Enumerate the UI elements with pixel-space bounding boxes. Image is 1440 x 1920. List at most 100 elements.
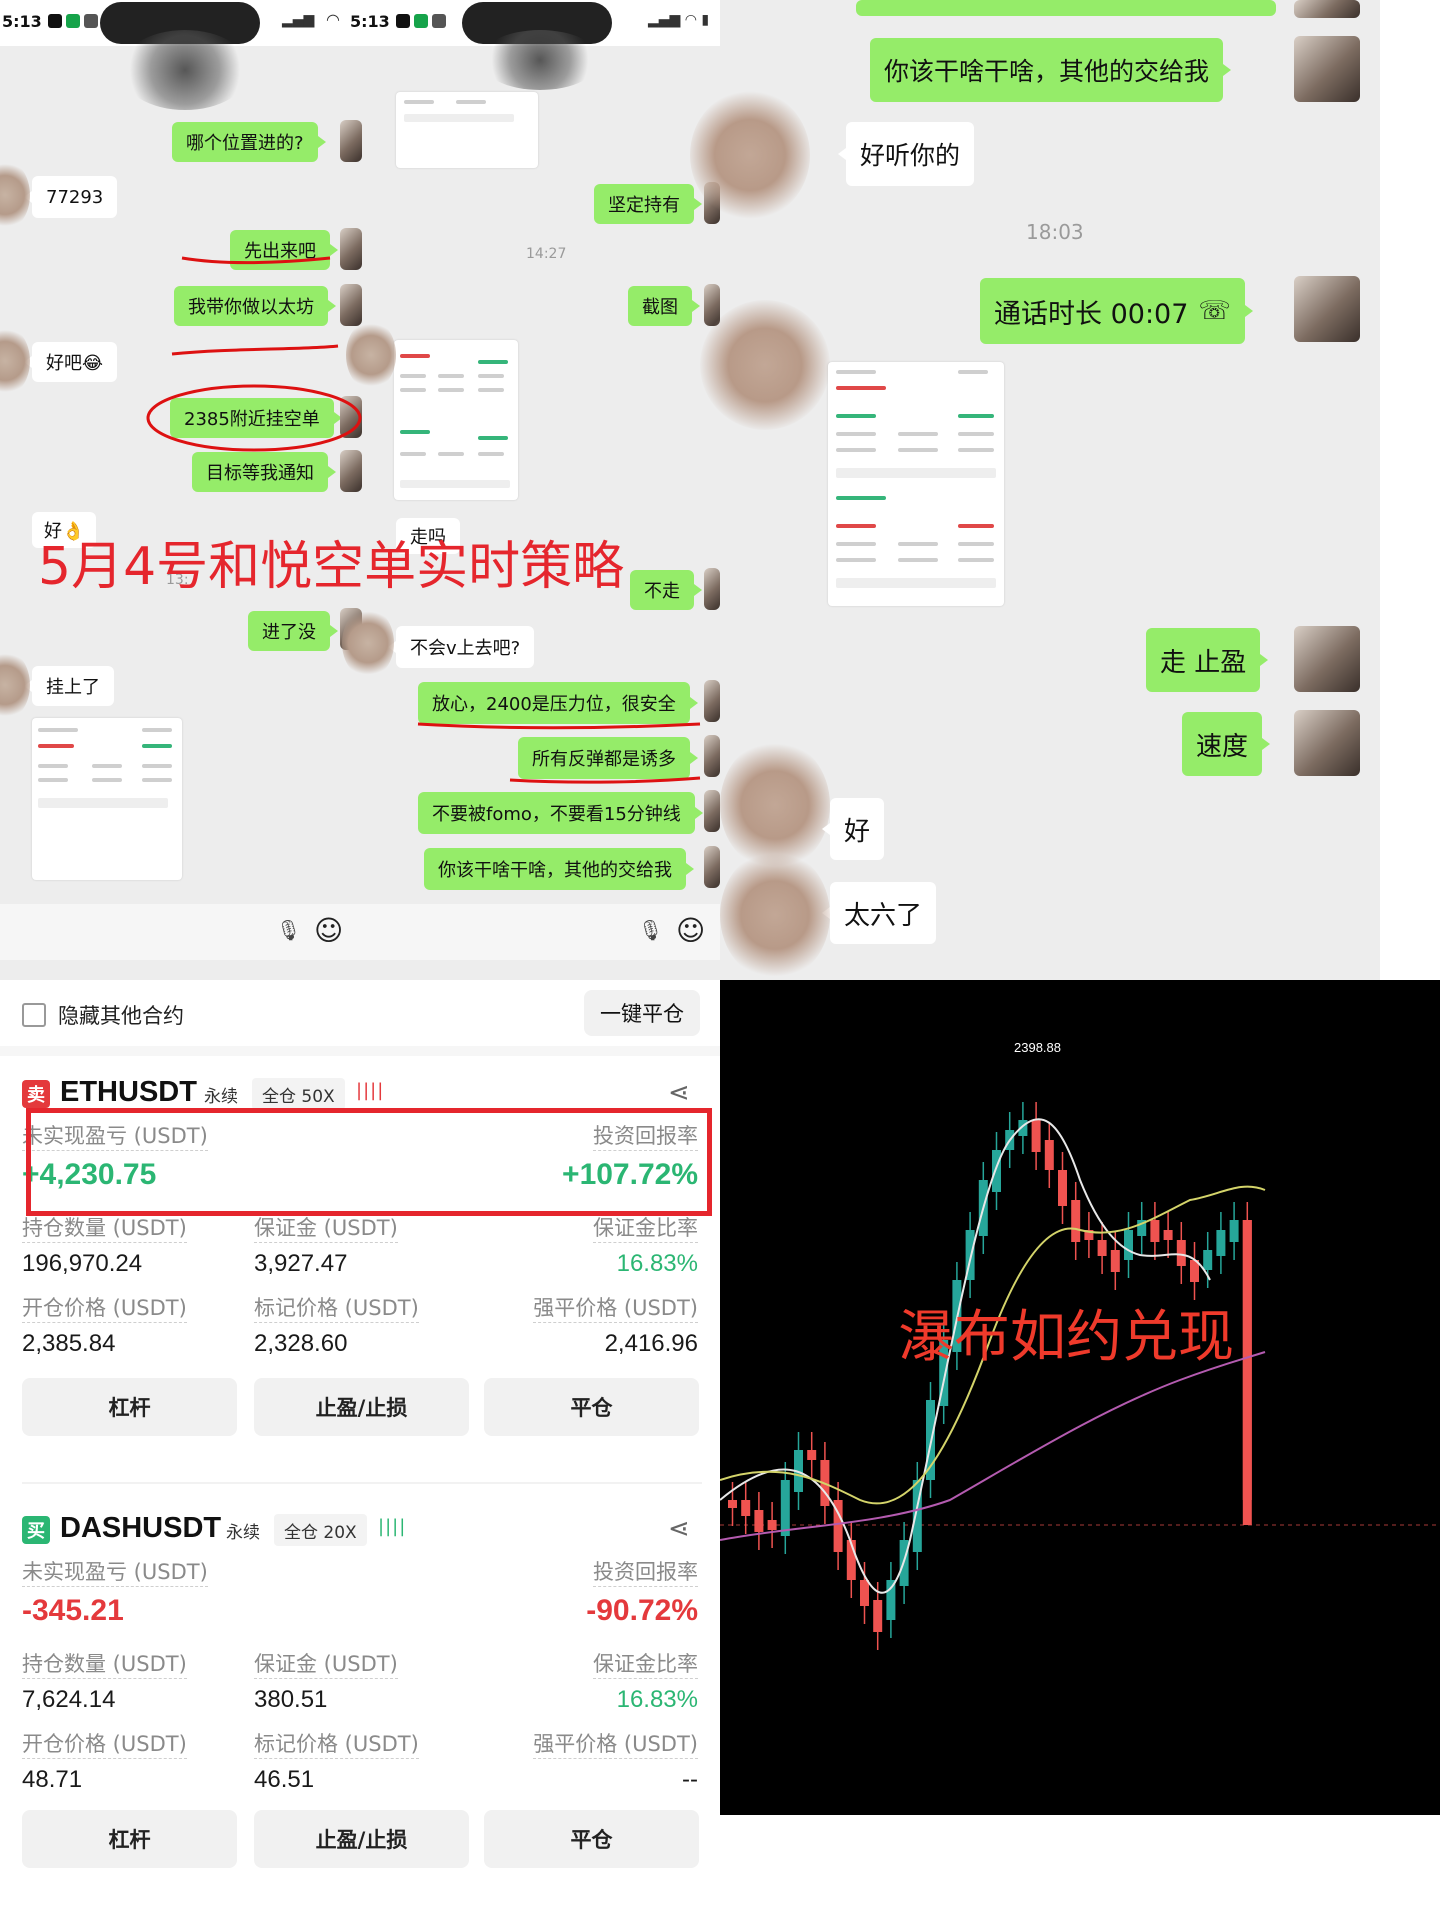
chat-message[interactable]: 好听你的 (837, 122, 975, 186)
positions-panel: 隐藏其他合约 一键平仓 卖 ETHUSDT 永续 全仓 50X |||| ⋖ 未… (0, 980, 720, 1920)
emoji-icon[interactable]: ☺ (676, 914, 705, 947)
close-all-button[interactable]: 一键平仓 (584, 990, 700, 1036)
size-value: 7,624.14 (22, 1686, 116, 1713)
liq-label: 强平价格 (USDT) (533, 1730, 698, 1759)
ratio-label: 保证金比率 (593, 1650, 698, 1679)
tp-sl-button[interactable]: 止盈/止损 (254, 1378, 469, 1436)
open-label: 开仓价格 (USDT) (22, 1730, 187, 1759)
pnl-value: -345.21 (22, 1594, 124, 1627)
emoji-icon[interactable]: ☺ (314, 914, 343, 947)
side-badge: 卖 (22, 1080, 50, 1108)
signal-icon: |||| (378, 1516, 407, 1537)
mark-label: 标记价格 (USDT) (254, 1730, 419, 1759)
candle-body (1242, 1220, 1252, 1525)
size-label: 持仓数量 (USDT) (22, 1214, 187, 1243)
candle-body (873, 1600, 883, 1632)
mic-icon[interactable]: 🎙 (276, 918, 301, 942)
avatar[interactable] (1294, 0, 1360, 18)
margin-value: 380.51 (254, 1686, 328, 1713)
mark-value: 46.51 (254, 1766, 315, 1793)
candle-body (728, 1500, 737, 1508)
candle-body (1163, 1230, 1173, 1240)
avatar[interactable] (1294, 710, 1360, 776)
chat-message[interactable]: 走 止盈 (1146, 628, 1269, 692)
candle-body (1216, 1230, 1226, 1256)
candle-body (886, 1580, 896, 1620)
tag-perpetual: 永续 (204, 1086, 238, 1107)
checkbox-icon[interactable] (22, 1003, 46, 1027)
candle-body (807, 1450, 817, 1460)
candle-body (754, 1510, 764, 1532)
ratio-value: 16.83% (616, 1250, 698, 1277)
hide-other-contracts[interactable]: 隐藏其他合约 (22, 1000, 184, 1030)
call-duration-text: 通话时长 00:07 (994, 298, 1189, 330)
chart-overlay-text: 瀑布如约兑现 (898, 1305, 1234, 1370)
timestamp: 18:03 (1026, 220, 1084, 244)
symbol[interactable]: ETHUSDT (60, 1076, 197, 1109)
price-chart-panel[interactable]: 2398.88 瀑布如约兑现 (720, 980, 1440, 1815)
liq-value: 2,416.96 (604, 1330, 698, 1357)
high-price-label: 2398.88 (1014, 1040, 1061, 1055)
chat-message[interactable] (856, 0, 1276, 16)
hide-label: 隐藏其他合约 (58, 1004, 184, 1028)
liq-label: 强平价格 (USDT) (533, 1294, 698, 1323)
chat-message[interactable]: 你该干啥干啥，其他的交给我 (870, 38, 1232, 102)
candle-body (1229, 1220, 1239, 1242)
divider (0, 1046, 720, 1056)
mic-icon[interactable]: 🎙 (638, 918, 663, 942)
tp-sl-button[interactable]: 止盈/止损 (254, 1810, 469, 1868)
phone-icon: ☏ (1198, 296, 1231, 326)
right-edge-white (1380, 0, 1440, 980)
ratio-value: 16.83% (616, 1686, 698, 1713)
ma-line-purple (720, 1351, 1266, 1541)
avatar[interactable] (1294, 36, 1360, 102)
candle-body (1058, 1170, 1067, 1206)
chat-input-bar-left[interactable]: 🎙 ☺ (0, 904, 362, 960)
candle-body (1071, 1200, 1081, 1242)
roi-label: 投资回报率 (593, 1558, 698, 1587)
redacted-blur (700, 300, 830, 430)
open-label: 开仓价格 (USDT) (22, 1294, 187, 1323)
candle-body (992, 1150, 1001, 1192)
avatar[interactable] (1294, 626, 1360, 692)
position-card-eth: 卖 ETHUSDT 永续 全仓 50X |||| ⋖ 未实现盈亏 (USDT) … (0, 1064, 720, 1444)
leverage-button[interactable]: 杠杆 (22, 1378, 237, 1436)
chat-message[interactable]: 太六了 (821, 882, 937, 944)
call-duration-message[interactable]: 通话时长 00:07 ☏ (980, 278, 1253, 344)
candle-body (1176, 1240, 1186, 1266)
side-badge: 买 (22, 1516, 50, 1544)
share-icon[interactable]: ⋖ (668, 1078, 690, 1108)
liq-value: -- (682, 1766, 698, 1793)
pnl-label: 未实现盈亏 (USDT) (22, 1558, 208, 1587)
candle-body (741, 1500, 751, 1516)
candle-body (780, 1480, 790, 1536)
share-icon[interactable]: ⋖ (668, 1514, 690, 1544)
tag-perpetual: 永续 (226, 1522, 260, 1543)
mark-label: 标记价格 (USDT) (254, 1294, 419, 1323)
symbol[interactable]: DASHUSDT (60, 1512, 221, 1545)
candle-body (767, 1520, 777, 1530)
candle-body (1124, 1230, 1133, 1260)
tag-leverage: 全仓 20X (274, 1514, 367, 1546)
candlestick-chart[interactable]: 2398.88 (720, 980, 1440, 1815)
leverage-button[interactable]: 杠杆 (22, 1810, 237, 1868)
chat-message[interactable]: 好 (821, 798, 885, 860)
margin-value: 3,927.47 (254, 1250, 348, 1277)
chat-input-bar-mid[interactable]: 🎙 ☺ (362, 904, 720, 960)
candle-body (1150, 1220, 1160, 1242)
avatar[interactable] (1294, 276, 1360, 342)
close-position-button[interactable]: 平仓 (484, 1810, 699, 1868)
open-value: 48.71 (22, 1766, 83, 1793)
open-value: 2,385.84 (22, 1330, 116, 1357)
candle-body (1097, 1240, 1107, 1256)
red-annotations (146, 256, 701, 784)
roi-value: -90.72% (586, 1594, 698, 1627)
mark-value: 2,328.60 (254, 1330, 348, 1357)
chat-message[interactable]: 速度 (1182, 712, 1271, 776)
redacted-blur (720, 850, 830, 980)
margin-label: 保证金 (USDT) (254, 1650, 398, 1679)
size-value: 196,970.24 (22, 1250, 143, 1277)
candle-body (860, 1580, 869, 1606)
shared-screenshot[interactable] (828, 362, 1004, 606)
close-position-button[interactable]: 平仓 (484, 1378, 699, 1436)
